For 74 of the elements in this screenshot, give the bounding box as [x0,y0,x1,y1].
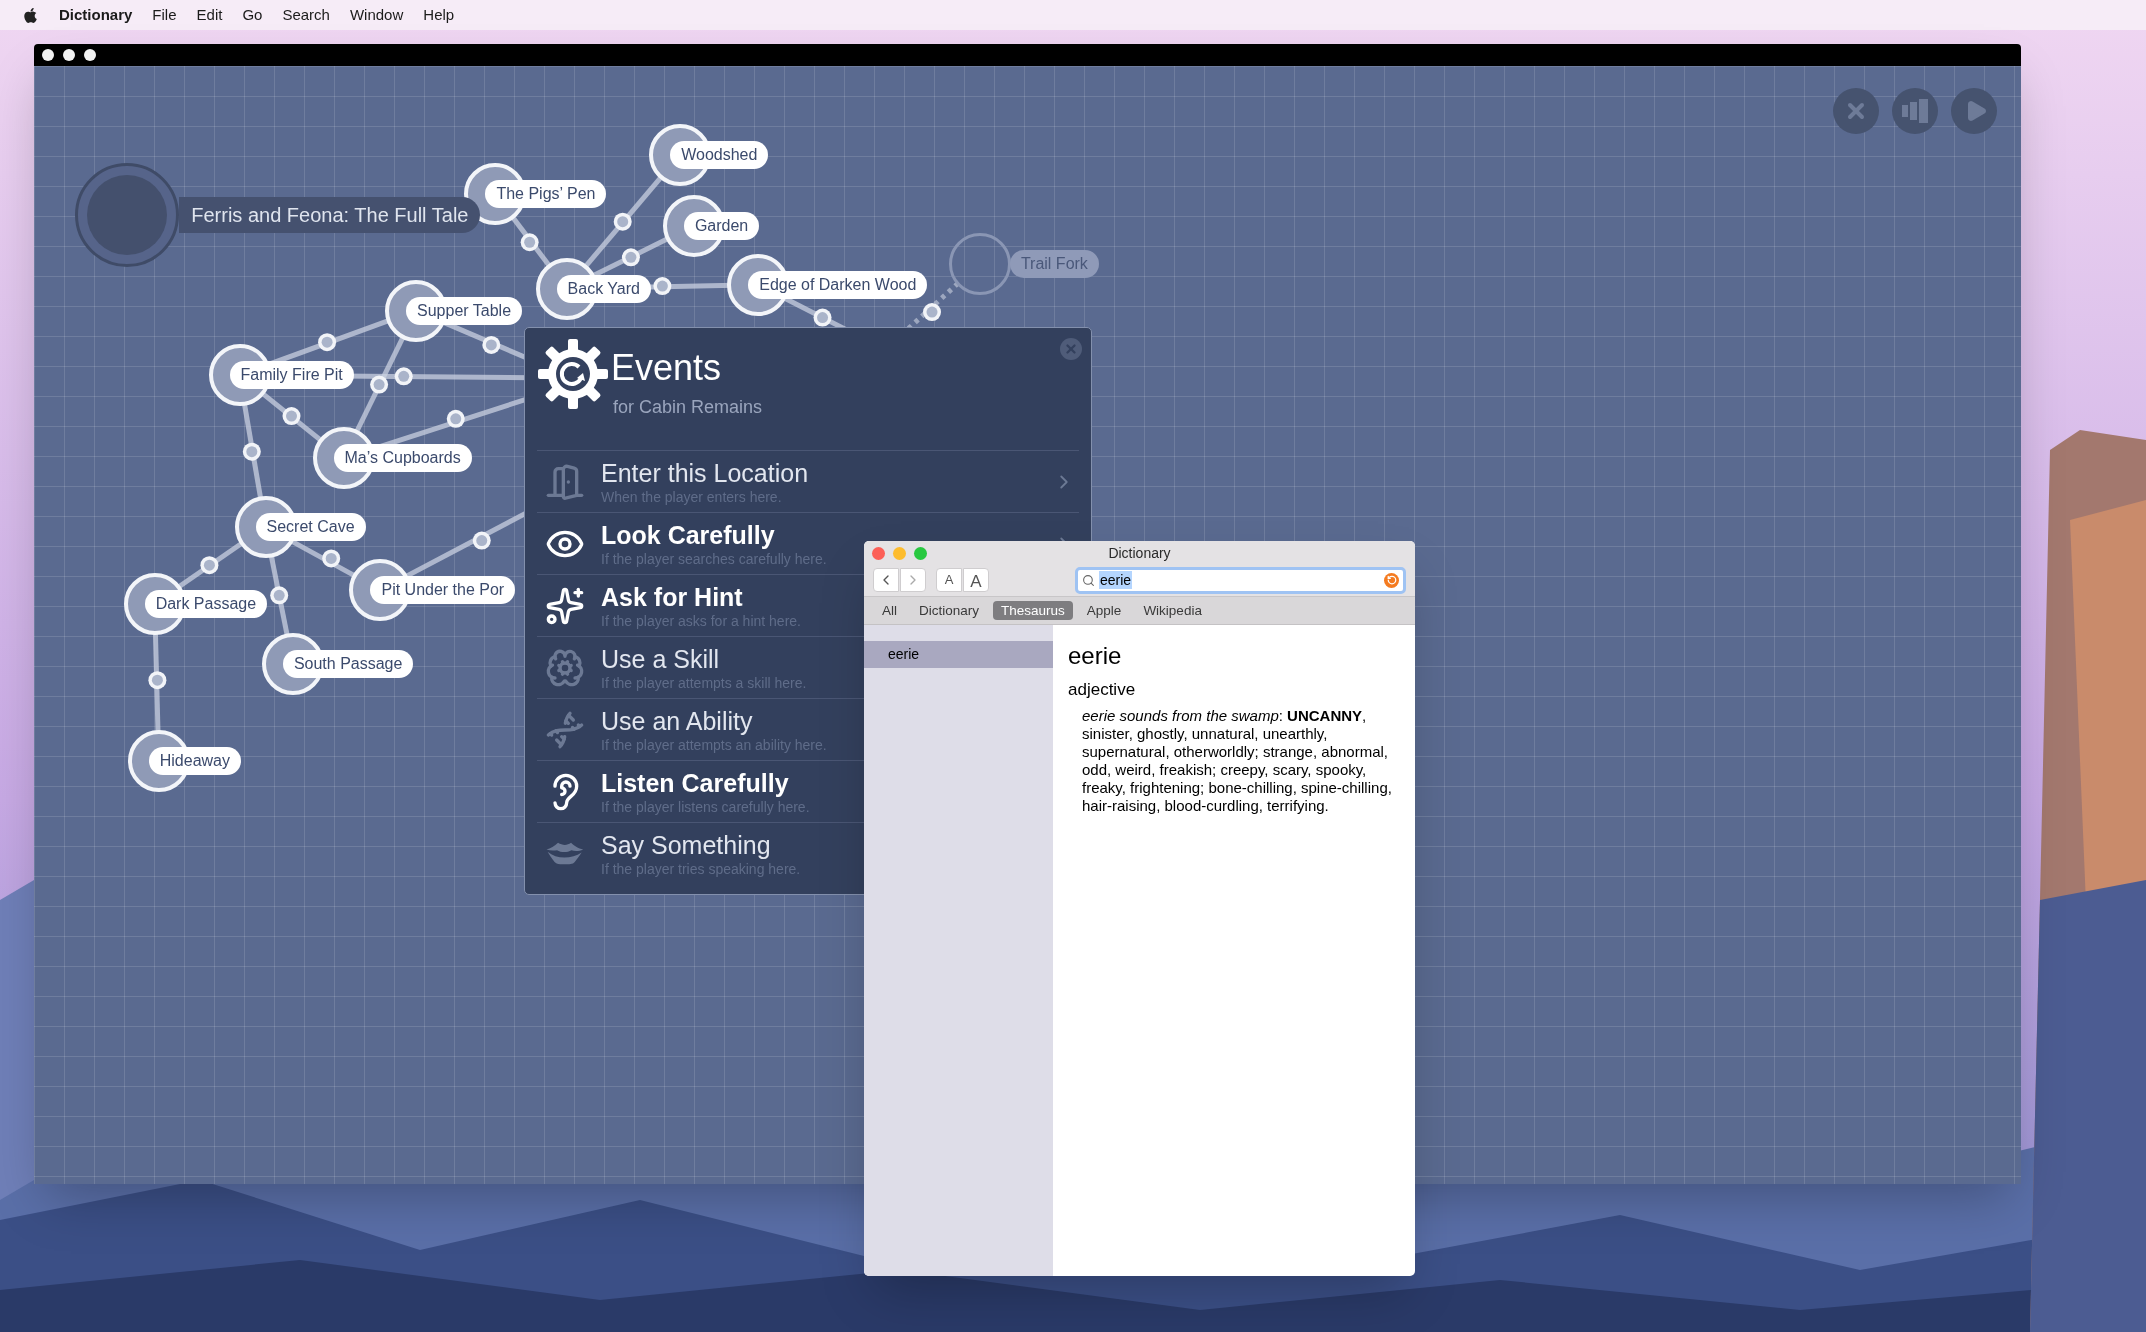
close-icon [1064,342,1078,356]
connector-dot[interactable] [200,556,219,575]
location-label[interactable]: South Passage [282,649,414,678]
event-title[interactable]: Ask for Hint [601,581,743,612]
location-label[interactable]: Woodshed [670,140,769,169]
connector-dot[interactable] [613,212,632,231]
location-label[interactable]: Pit Under the Por [370,575,516,604]
connector-dot[interactable] [270,586,289,605]
sparkles-icon [545,585,585,626]
connector-dot[interactable] [520,233,539,252]
connector-dot[interactable] [242,442,261,461]
menu-item[interactable]: File [152,3,177,27]
headword: eerie [1068,641,1123,671]
menu-item[interactable]: Edit [196,3,223,27]
gear-icon [537,338,609,410]
location-label[interactable]: The Pigs’ Pen [485,180,607,209]
connector-dot[interactable] [394,367,413,386]
reset-icon[interactable] [1384,572,1399,588]
search-icon [1082,573,1095,587]
brain-cog-icon [545,647,585,688]
panel-title: Events [611,348,723,388]
source-tab[interactable]: All [874,601,905,620]
event-title[interactable]: Enter this Location [601,457,809,488]
event-title[interactable]: Look Carefully [601,519,775,550]
story-title[interactable]: Ferris and Feona: The Full Tale [179,196,481,233]
connector-dot[interactable] [653,277,672,296]
part-of-speech: adjective [1068,679,1137,701]
connector-dot[interactable] [322,549,341,568]
location-label[interactable]: Ma’s Cupboards [333,444,472,473]
location-label[interactable]: Hideaway [148,746,241,775]
smaller-font-button[interactable]: A [936,568,962,592]
larger-font-button[interactable]: A [963,568,989,592]
event-title[interactable]: Use a Skill [601,643,720,674]
event-title[interactable]: Listen Carefully [601,767,789,798]
search-field[interactable]: eerie [1075,566,1406,594]
connector-dot[interactable] [482,335,501,354]
menu-item[interactable]: Search [282,3,330,27]
location-label[interactable]: Secret Cave [255,512,366,541]
apple-icon[interactable] [22,6,39,24]
connector-dot[interactable] [472,531,491,550]
columns-icon [1901,99,1929,123]
connector-dot[interactable] [446,409,465,428]
window-title: Dictionary [1108,543,1171,563]
menu-item[interactable]: Window [349,3,404,27]
definition-text: eerie sounds from the swamp: UNCANNY, sinister, ghostly, unnatural, unearthly, supernatural, otherworldly; strange, abnormal, odd, weird, freakish; creepy, scary, spooky, freaky, frightening; bone-chilling, spine-chilling, hair-raising, blood-curdling, terrifying. [1081,707,1393,815]
dna-icon [545,709,585,750]
connector-dot[interactable] [282,407,301,426]
window-button[interactable] [42,49,54,61]
connector-dot[interactable] [148,671,167,690]
menu-item[interactable]: Go [242,3,263,27]
connector-dot[interactable] [813,308,832,327]
event-title[interactable]: Use an Ability [601,705,753,736]
location-label[interactable]: Garden [683,211,760,240]
window-button[interactable] [63,49,75,61]
menu-item[interactable]: Dictionary [59,3,133,27]
location-label[interactable]: Dark Passage [144,589,268,618]
location-label[interactable]: Family Fire Pit [229,361,354,389]
connector-dot[interactable] [923,303,941,322]
window-button[interactable] [84,49,96,61]
event-title[interactable]: Say Something [601,829,771,860]
source-tab[interactable]: Apple [1078,601,1130,620]
sidebar-item[interactable]: eerie [864,641,1053,668]
connector-dot[interactable] [318,333,337,352]
source-tab[interactable]: Thesaurus [993,601,1073,620]
menu-item[interactable]: Help [423,3,455,27]
connector-dot[interactable] [370,375,389,394]
location-label[interactable]: Edge of Darken Wood [748,270,928,299]
panel-subtitle: for Cabin Remains [613,396,763,419]
search-value: eerie [1099,571,1133,589]
location-label[interactable]: Back Yard [556,274,651,303]
source-tab[interactable]: Wikipedia [1135,601,1210,620]
source-tab[interactable]: Dictionary [911,601,988,620]
location-label[interactable]: Supper Table [406,296,523,325]
connector-dot[interactable] [621,248,640,267]
